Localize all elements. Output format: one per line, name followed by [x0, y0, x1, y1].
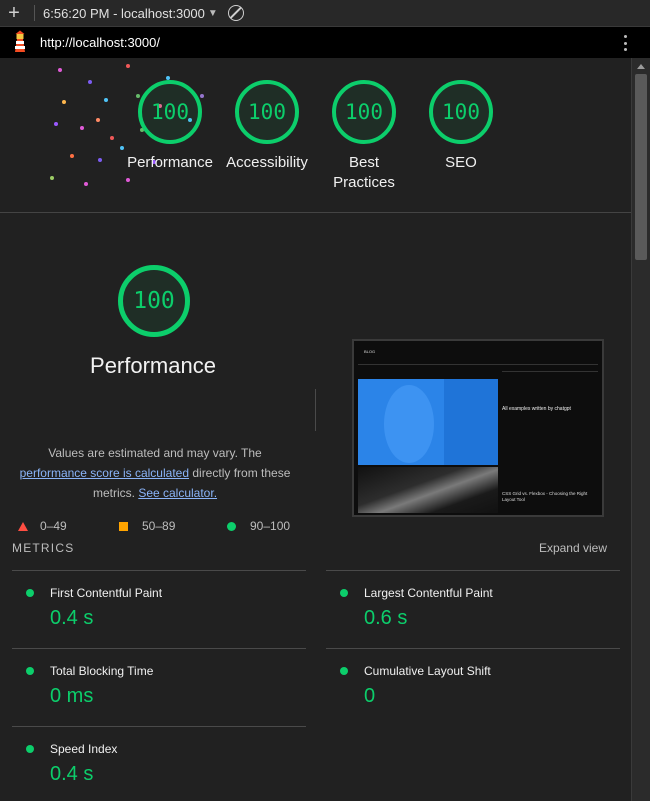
gauge-label-line1: Best [348, 154, 379, 171]
pass-circle-icon [227, 521, 236, 531]
final-screenshot-thumbnail[interactable]: BLOG All examples written by chatgpt CSS… [352, 339, 604, 517]
metric-speed-index: Speed Index 0.4 s [12, 726, 306, 801]
gauge-label: SEO [445, 154, 477, 171]
thumbnail-bottom-image [358, 467, 498, 513]
gauge-score: 100 [332, 80, 396, 144]
description-line-2: performance score is calculated directly… [10, 463, 300, 483]
metric-largest-contentful-paint: Largest Contentful Paint 0.6 s [326, 570, 620, 648]
gauge-label: Best Practices [314, 153, 414, 193]
lighthouse-icon [0, 27, 40, 58]
new-tab-plus-icon[interactable]: + [0, 0, 28, 27]
pass-circle-icon [340, 589, 348, 597]
pass-circle-icon [26, 589, 34, 597]
description-line-3: metrics. See calculator. [10, 483, 300, 503]
scrollbar-thumb[interactable] [635, 74, 647, 260]
metric-cumulative-layout-shift: Cumulative Layout Shift 0 [326, 648, 620, 726]
thumbnail-bottom-title: CSS Grid vs. Flexbox - Choosing the Righ… [502, 491, 588, 502]
thumbnail-tabs [358, 357, 598, 365]
gauge-seo[interactable]: 100 SEO [411, 80, 511, 173]
legend-average: 50–89 [119, 519, 175, 533]
description-line-1: Values are estimated and may vary. The [48, 446, 262, 460]
gauge-score: 100 [235, 80, 299, 144]
thumbnail-side-panel: All examples written by chatgpt [502, 371, 598, 466]
legend-fail-range: 0–49 [40, 519, 67, 533]
pass-circle-icon [340, 667, 348, 675]
gauge-score: 100 [429, 80, 493, 144]
metric-value: 0.4 s [50, 763, 94, 785]
thumbnail-hero-image [358, 379, 498, 465]
gauge-label: Accessibility [226, 154, 308, 171]
metrics-header: METRICS Expand view [12, 541, 612, 561]
block-icon[interactable] [227, 5, 244, 21]
report-url[interactable]: http://localhost:3000/ [40, 35, 160, 50]
see-calculator-link[interactable]: See calculator. [138, 486, 217, 500]
metric-name: Largest Contentful Paint [364, 586, 493, 600]
scroll-up-arrow-icon[interactable] [637, 64, 645, 69]
toolbar-divider [34, 5, 35, 21]
thumbnail-nav: BLOG [358, 345, 598, 357]
more-vert-icon[interactable] [624, 35, 628, 51]
metric-name: Cumulative Layout Shift [364, 664, 491, 678]
report-content: 100 Performance 100 Accessibility 100 Be… [0, 58, 631, 801]
description-text: metrics. [92, 486, 139, 500]
vertical-divider [315, 389, 316, 431]
browser-toolbar: + 6:56:20 PM - localhost:3000 ▼ [0, 0, 650, 27]
performance-score-gauge: 100 [118, 265, 190, 337]
metric-first-contentful-paint: First Contentful Paint 0.4 s [12, 570, 306, 648]
thumbnail-nav-text: BLOG [364, 349, 376, 354]
average-square-icon [119, 521, 128, 531]
metrics-title: METRICS [12, 541, 75, 555]
report-time-host[interactable]: 6:56:20 PM - localhost:3000 [43, 6, 205, 21]
description-text: directly from these [189, 466, 291, 480]
performance-title: Performance [90, 353, 216, 378]
legend-pass: 90–100 [227, 519, 290, 533]
gauge-accessibility[interactable]: 100 Accessibility [217, 80, 317, 173]
metric-name: First Contentful Paint [50, 586, 163, 600]
expand-view-button[interactable]: Expand view [539, 541, 607, 555]
metric-value: 0 ms [50, 685, 94, 707]
score-gauges-row: 100 Performance 100 Accessibility 100 Be… [0, 58, 631, 213]
legend-fail: 0–49 [18, 519, 67, 533]
legend-average-range: 50–89 [142, 519, 176, 533]
legend-pass-range: 90–100 [250, 519, 291, 533]
metric-value: 0.4 s [50, 607, 94, 629]
thumbnail-side-title: All examples written by chatgpt [502, 406, 571, 412]
report-url-bar: http://localhost:3000/ [0, 27, 650, 58]
gauge-score: 100 [138, 80, 202, 144]
metric-value: 0 [364, 685, 376, 707]
gauge-best-practices[interactable]: 100 Best Practices [314, 80, 414, 193]
metric-name: Speed Index [50, 742, 118, 756]
fail-triangle-icon [18, 521, 28, 531]
gauge-label-line2: Practices [333, 174, 395, 191]
gauge-performance[interactable]: 100 Performance [120, 80, 220, 173]
metric-value: 0.6 s [364, 607, 408, 629]
pass-circle-icon [26, 667, 34, 675]
metric-total-blocking-time: Total Blocking Time 0 ms [12, 648, 306, 726]
gauge-label: Performance [127, 154, 213, 171]
metric-name: Total Blocking Time [50, 664, 154, 678]
score-calculated-link[interactable]: performance score is calculated [20, 466, 189, 480]
chevron-down-icon[interactable]: ▼ [208, 8, 218, 19]
pass-circle-icon [26, 745, 34, 753]
vertical-scrollbar[interactable] [631, 58, 650, 801]
